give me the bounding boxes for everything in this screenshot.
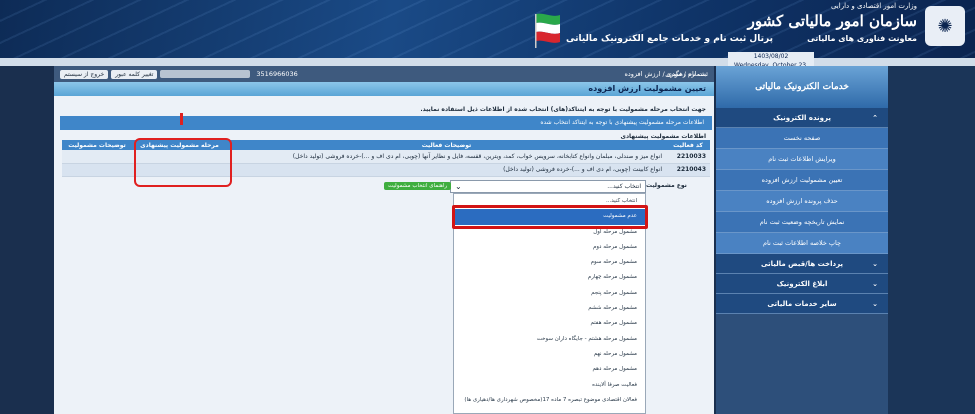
org-logo-icon: ✺ <box>925 6 965 46</box>
tracking-number: 3516966036 <box>256 70 298 78</box>
portal-title: پرتال ثبت نام و خدمات جامع الکترونیک مال… <box>566 34 773 44</box>
change-password-button[interactable]: تغییر کلمه عبور <box>111 69 158 79</box>
sidebar-item-delete-vat-file[interactable]: حذف پرونده ارزش افزوده <box>716 191 888 212</box>
option-item[interactable]: مشمول مرحله چهارم <box>454 270 645 285</box>
annotation-mark <box>180 113 183 125</box>
flag-icon <box>535 13 560 48</box>
right-margin <box>888 66 975 414</box>
org-subtitle: معاونت فناوری های مالیاتی <box>807 34 917 43</box>
option-item[interactable]: مشمول مرحله سوم <box>454 255 645 270</box>
option-item[interactable]: مشمول مرحله دوم <box>454 240 645 255</box>
org-title: سازمان امور مالیاتی کشور <box>747 12 917 30</box>
breadcrumb: ثبت نام / مودی / ارزش افزوده <box>624 70 708 78</box>
user-name-redacted <box>160 70 251 78</box>
user-toolbar: خروج از سیستم تغییر کلمه عبور 3516966036… <box>54 66 714 82</box>
option-item[interactable]: فعالان اقتصادی موضوع تبصره 7 ماده 17(مخص… <box>454 393 645 408</box>
sidebar-section-label: ابلاغ الکترونیک <box>776 279 828 288</box>
annotation-highlight-stage <box>134 138 232 187</box>
option-item[interactable]: مشمول مرحله دهم <box>454 362 645 377</box>
sidebar-item-print-summary[interactable]: چاپ خلاصه اطلاعات ثبت نام <box>716 233 888 254</box>
cell-desc: انواع کابینت (چوبی، ام دی اف و ...)-خرده… <box>227 163 666 177</box>
chevron-icon: ⌄ <box>872 259 878 268</box>
logout-button[interactable]: خروج از سیستم <box>60 69 109 79</box>
option-item[interactable]: مشمول مرحله پنجم <box>454 286 645 301</box>
sidebar-header: خدمات الکترونیک مالیاتی <box>716 66 888 108</box>
chevron-icon: ⌄ <box>872 279 878 288</box>
sidebar-item-vat-eligibility[interactable]: تعیین مشمولیت ارزش افزوده <box>716 170 888 191</box>
cell-code: 2210033 <box>666 150 710 164</box>
cell-desc: انواع میز و صندلی، مبلمان وانواع کتابخان… <box>227 150 666 164</box>
sidebar-section-other-services[interactable]: سایر خدمات مالیاتی ⌄ <box>716 294 888 314</box>
option-item[interactable]: مشمول مرحله هفتم <box>454 316 645 331</box>
annotation-highlight-option <box>452 205 648 229</box>
site-header: ✺ وزارت امور اقتصادی و دارایی سازمان امو… <box>0 0 975 58</box>
option-item[interactable]: فعالیت صرفا آلاینده <box>454 378 645 393</box>
sidebar-item-status-history[interactable]: نمایش تاریخچه وضعیت ثبت نام <box>716 212 888 233</box>
sidebar-section-e-notice[interactable]: ابلاغ الکترونیک ⌄ <box>716 274 888 294</box>
sidebar-section-e-file[interactable]: پرونده الکترونیک ⌃ <box>716 108 888 128</box>
cell-notes <box>62 150 132 164</box>
header-strip <box>0 58 975 66</box>
option-item[interactable]: مشمول مرحله هشتم - جایگاه داران سوخت <box>454 332 645 347</box>
eligibility-select[interactable]: انتخاب کنید... ⌄ <box>450 180 646 193</box>
chevron-icon: ⌃ <box>872 113 878 122</box>
date-persian: 1403/08/02 <box>753 53 789 60</box>
chevron-icon: ⌄ <box>872 299 878 308</box>
sidebar-section-label: پرداخت ها/قبض مالیاتی <box>760 259 844 268</box>
select-value: انتخاب کنید... <box>607 183 641 190</box>
ministry-name: وزارت امور اقتصادی و دارایی <box>830 2 917 10</box>
option-item[interactable]: مشمول مرحله نهم <box>454 347 645 362</box>
sidebar-section-label: سایر خدمات مالیاتی <box>767 299 837 308</box>
col-desc: توضیحات فعالیت <box>227 140 666 150</box>
col-notes: توضیحات مشمولیت <box>62 140 132 150</box>
sidebar-section-payments[interactable]: پرداخت ها/قبض مالیاتی ⌄ <box>716 254 888 274</box>
suggested-label: اطلاعات مشمولیت پیشنهادی <box>620 133 706 140</box>
col-code: کد فعالیت <box>666 140 710 150</box>
info-bar: اطلاعات مرحله مشمولیت پیشنهادی با توجه ب… <box>60 116 712 130</box>
sidebar-section-label: پرونده الکترونیک <box>773 113 831 122</box>
sidebar-item-edit-registration[interactable]: ویرایش اطلاعات ثبت نام <box>716 149 888 170</box>
cell-code: 2210043 <box>666 163 710 177</box>
sidebar-item-home[interactable]: صفحه نخست <box>716 128 888 149</box>
type-label: نوع مشمولیت <box>646 182 687 189</box>
chevron-down-icon: ⌄ <box>455 182 462 191</box>
option-item[interactable]: مشمول مرحله ششم <box>454 301 645 316</box>
instruction-text: جهت انتخاب مرحله مشمولیت با توجه به ایتن… <box>420 106 706 113</box>
page-title: تعیین مشمولیت ارزش افزوده <box>54 82 714 96</box>
cell-notes <box>62 163 132 177</box>
guide-button[interactable]: راهنمای انتخاب مشمولیت <box>384 182 452 190</box>
sidebar: خدمات الکترونیک مالیاتی پرونده الکترونیک… <box>716 66 888 414</box>
